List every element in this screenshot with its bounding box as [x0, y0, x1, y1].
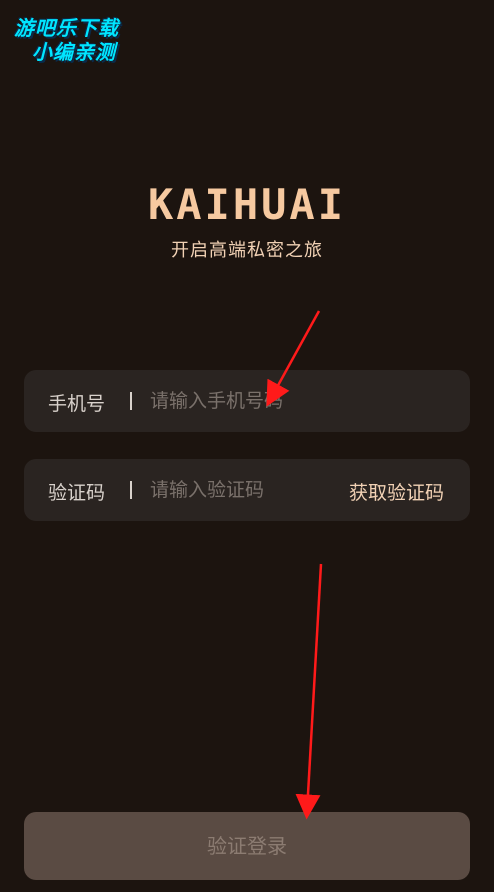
code-label: 验证码 [48, 482, 106, 504]
phone-field: 手机号 [24, 370, 470, 432]
watermark-logo: 游吧乐下载 小编亲测 [6, 10, 146, 64]
verification-code-input[interactable] [150, 472, 350, 508]
annotation-arrows [266, 310, 323, 820]
code-field: 验证码 获取验证码 [24, 459, 470, 521]
watermark-line-2: 小编亲测 [32, 40, 116, 64]
get-code-button[interactable]: 获取验证码 [349, 478, 444, 505]
field-divider [130, 392, 132, 410]
phone-input[interactable] [150, 383, 450, 419]
field-divider [130, 481, 132, 499]
annotation-arrow-login [295, 563, 323, 820]
app-logo-title: KAIHUAI [147, 180, 346, 229]
app-tagline: 开启高端私密之旅 [171, 240, 323, 261]
phone-label: 手机号 [48, 393, 106, 415]
verify-login-button[interactable]: 验证登录 [24, 812, 470, 880]
